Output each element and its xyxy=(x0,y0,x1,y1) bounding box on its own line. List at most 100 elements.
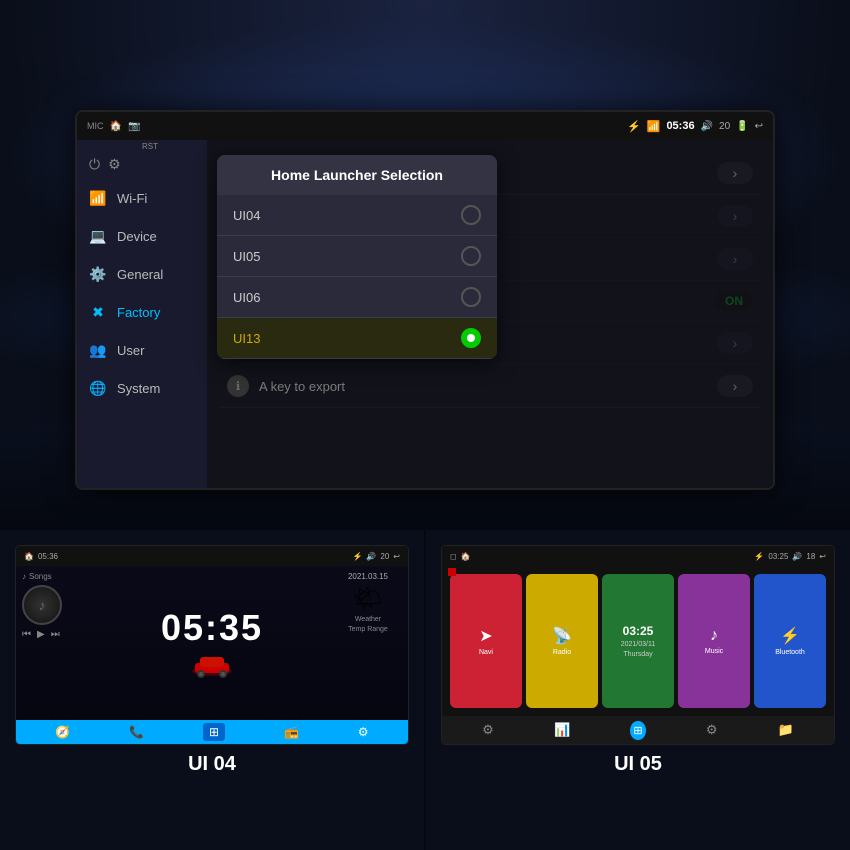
sidebar-user-label: User xyxy=(117,343,144,358)
sidebar-item-wifi[interactable]: 📶 Wi-Fi xyxy=(77,179,207,217)
ui04-panel: 🏠 05:36 ⚡ 🔊 20 ↩ ♪ xyxy=(0,530,424,850)
factory-icon: ✖ xyxy=(89,303,107,321)
ui05-bar-icon[interactable]: 📊 xyxy=(554,722,570,738)
clock-date: 2021/03/11 xyxy=(621,641,656,648)
bluetooth-label: Bluetooth xyxy=(775,649,805,656)
ui05-screen-header: ◻ 🏠 ⚡ 03:25 🔊 18 ↩ xyxy=(442,546,834,566)
weather-icon: 🌤 xyxy=(353,584,383,613)
wifi-icon: 📶 xyxy=(89,189,107,207)
phone-icon[interactable]: 📞 xyxy=(129,725,144,739)
ui13-option-label: UI13 xyxy=(233,331,260,346)
nav-icon[interactable]: 🧭 xyxy=(55,725,70,739)
navi-label: Navi xyxy=(479,649,493,656)
ui05-gear-icon[interactable]: ⚙ xyxy=(706,722,718,738)
ui05-batt: 18 xyxy=(806,552,815,561)
ui05-nav-icon[interactable]: ⚙ xyxy=(482,722,494,738)
sidebar-general-label: General xyxy=(117,267,163,282)
apps-icon[interactable]: ⊞ xyxy=(203,723,225,741)
modal-title: Home Launcher Selection xyxy=(217,155,497,195)
modal-overlay[interactable]: Home Launcher Selection UI04 UI05 UI06 U… xyxy=(207,140,773,488)
clock-day: Thursday xyxy=(623,651,652,658)
sidebar: ⏻ ⚙ 📶 Wi-Fi 💻 Device ⚙️ General ✖ Factor… xyxy=(77,140,207,490)
ui05-home-icon: 🏠 xyxy=(461,552,471,561)
sidebar-wifi-label: Wi-Fi xyxy=(117,191,147,206)
bluetooth-icon: ⚡ xyxy=(627,120,641,133)
ui04-left-panel: ♪ Songs ♪ ⏮ ▶ ⏭ xyxy=(16,566,96,720)
header-left: MIC 🏠 📷 xyxy=(87,121,140,132)
settings-footer-icon[interactable]: ⚙ xyxy=(358,725,369,739)
ui04-screen-header: 🏠 05:36 ⚡ 🔊 20 ↩ xyxy=(16,546,408,566)
next-icon[interactable]: ⏭ xyxy=(51,629,60,640)
car-visual xyxy=(187,649,237,679)
app-tile-radio[interactable]: 📡 Radio xyxy=(526,574,598,708)
modal-option-ui04[interactable]: UI04 xyxy=(217,195,497,236)
signal-icon: 📶 xyxy=(647,120,661,133)
ui05-label: UI 05 xyxy=(614,753,662,776)
header-right: ⚡ 📶 05:36 🔊 20 🔋 ↩ xyxy=(627,120,763,133)
ui05-header-left: ◻ 🏠 xyxy=(450,552,471,561)
ui05-apps-grid: ➤ Navi 📡 Radio 03:25 2021/03/11 Thursday… xyxy=(442,566,834,716)
bluetooth-app-icon: ⚡ xyxy=(780,626,800,646)
home-icon[interactable]: 🏠 xyxy=(110,121,122,132)
ui05-time: 03:25 xyxy=(768,552,788,561)
ui05-signal-icon: ◻ xyxy=(450,552,457,561)
prev-icon[interactable]: ⏮ xyxy=(22,629,31,640)
ui05-vol-icon: 🔊 xyxy=(792,552,802,561)
sidebar-item-device[interactable]: 💻 Device xyxy=(77,217,207,255)
radio-icon[interactable]: 📻 xyxy=(284,725,299,739)
ui04-header-left: 🏠 05:36 xyxy=(24,552,58,561)
rst-badge: RST xyxy=(142,142,158,151)
ui04-home-icon: 🏠 xyxy=(24,552,34,561)
sidebar-item-system[interactable]: 🌐 System xyxy=(77,369,207,407)
volume-icon: 🔊 xyxy=(701,121,713,132)
ui06-radio[interactable] xyxy=(461,287,481,307)
ui04-header-time: 05:36 xyxy=(38,552,58,561)
ui13-radio[interactable] xyxy=(461,328,481,348)
back-icon[interactable]: ↩ xyxy=(755,121,763,132)
sidebar-top-icons: ⏻ ⚙ xyxy=(77,150,207,179)
ui05-option-label: UI05 xyxy=(233,249,260,264)
ui04-radio[interactable] xyxy=(461,205,481,225)
navi-icon: ➤ xyxy=(479,626,492,646)
header-time: 05:36 xyxy=(666,120,694,132)
sidebar-factory-label: Factory xyxy=(117,305,160,320)
music-note-icon: ♪ xyxy=(22,572,26,581)
app-tile-clock[interactable]: 03:25 2021/03/11 Thursday xyxy=(602,574,674,708)
car-svg xyxy=(187,649,237,679)
sidebar-item-factory[interactable]: ✖ Factory xyxy=(77,293,207,331)
music-info: ♪ Songs xyxy=(22,572,90,581)
modal-option-ui06[interactable]: UI06 xyxy=(217,277,497,318)
music-app-icon: ♪ xyxy=(710,627,718,645)
ui05-back-icon: ↩ xyxy=(819,552,826,561)
app-tile-navi[interactable]: ➤ Navi xyxy=(450,574,522,708)
play-icon[interactable]: ▶ xyxy=(37,629,45,640)
ui04-bt-icon: ⚡ xyxy=(352,552,362,561)
sidebar-item-general[interactable]: ⚙️ General xyxy=(77,255,207,293)
screen-header: MIC 🏠 📷 ⚡ 📶 05:36 🔊 20 🔋 ↩ xyxy=(77,112,773,140)
bottom-section: 🏠 05:36 ⚡ 🔊 20 ↩ ♪ xyxy=(0,530,850,850)
temp-label: Temp Range xyxy=(348,626,388,633)
ui06-option-label: UI06 xyxy=(233,290,260,305)
ui04-vol-icon: 🔊 xyxy=(366,552,376,561)
settings-icon[interactable]: ⚙ xyxy=(108,156,121,173)
ui04-label: UI 04 xyxy=(188,753,236,776)
ui04-right-panel: 2021.03.15 🌤 Weather Temp Range xyxy=(328,566,408,720)
ui05-grid-icon[interactable]: ⊞ xyxy=(630,721,645,740)
camera-icon[interactable]: 📷 xyxy=(128,121,140,132)
sidebar-device-label: Device xyxy=(117,229,157,244)
ui04-batt: 20 xyxy=(380,552,389,561)
radio-app-icon: 📡 xyxy=(552,626,572,646)
modal-option-ui05[interactable]: UI05 xyxy=(217,236,497,277)
modal-option-ui13[interactable]: UI13 xyxy=(217,318,497,359)
ui04-date: 2021.03.15 xyxy=(348,572,388,581)
ui04-footer: 🧭 📞 ⊞ 📻 ⚙ xyxy=(16,720,408,744)
ui05-radio[interactable] xyxy=(461,246,481,266)
ui05-panel: ◻ 🏠 ⚡ 03:25 🔊 18 ↩ ➤ xyxy=(426,530,850,850)
songs-label: Songs xyxy=(29,572,52,581)
ui05-folder-icon[interactable]: 📁 xyxy=(778,722,794,738)
weather-label: Weather xyxy=(355,616,381,623)
sidebar-item-user[interactable]: 👥 User xyxy=(77,331,207,369)
app-tile-music[interactable]: ♪ Music xyxy=(678,574,750,708)
power-icon[interactable]: ⏻ xyxy=(89,156,100,173)
app-tile-bluetooth[interactable]: ⚡ Bluetooth xyxy=(754,574,826,708)
